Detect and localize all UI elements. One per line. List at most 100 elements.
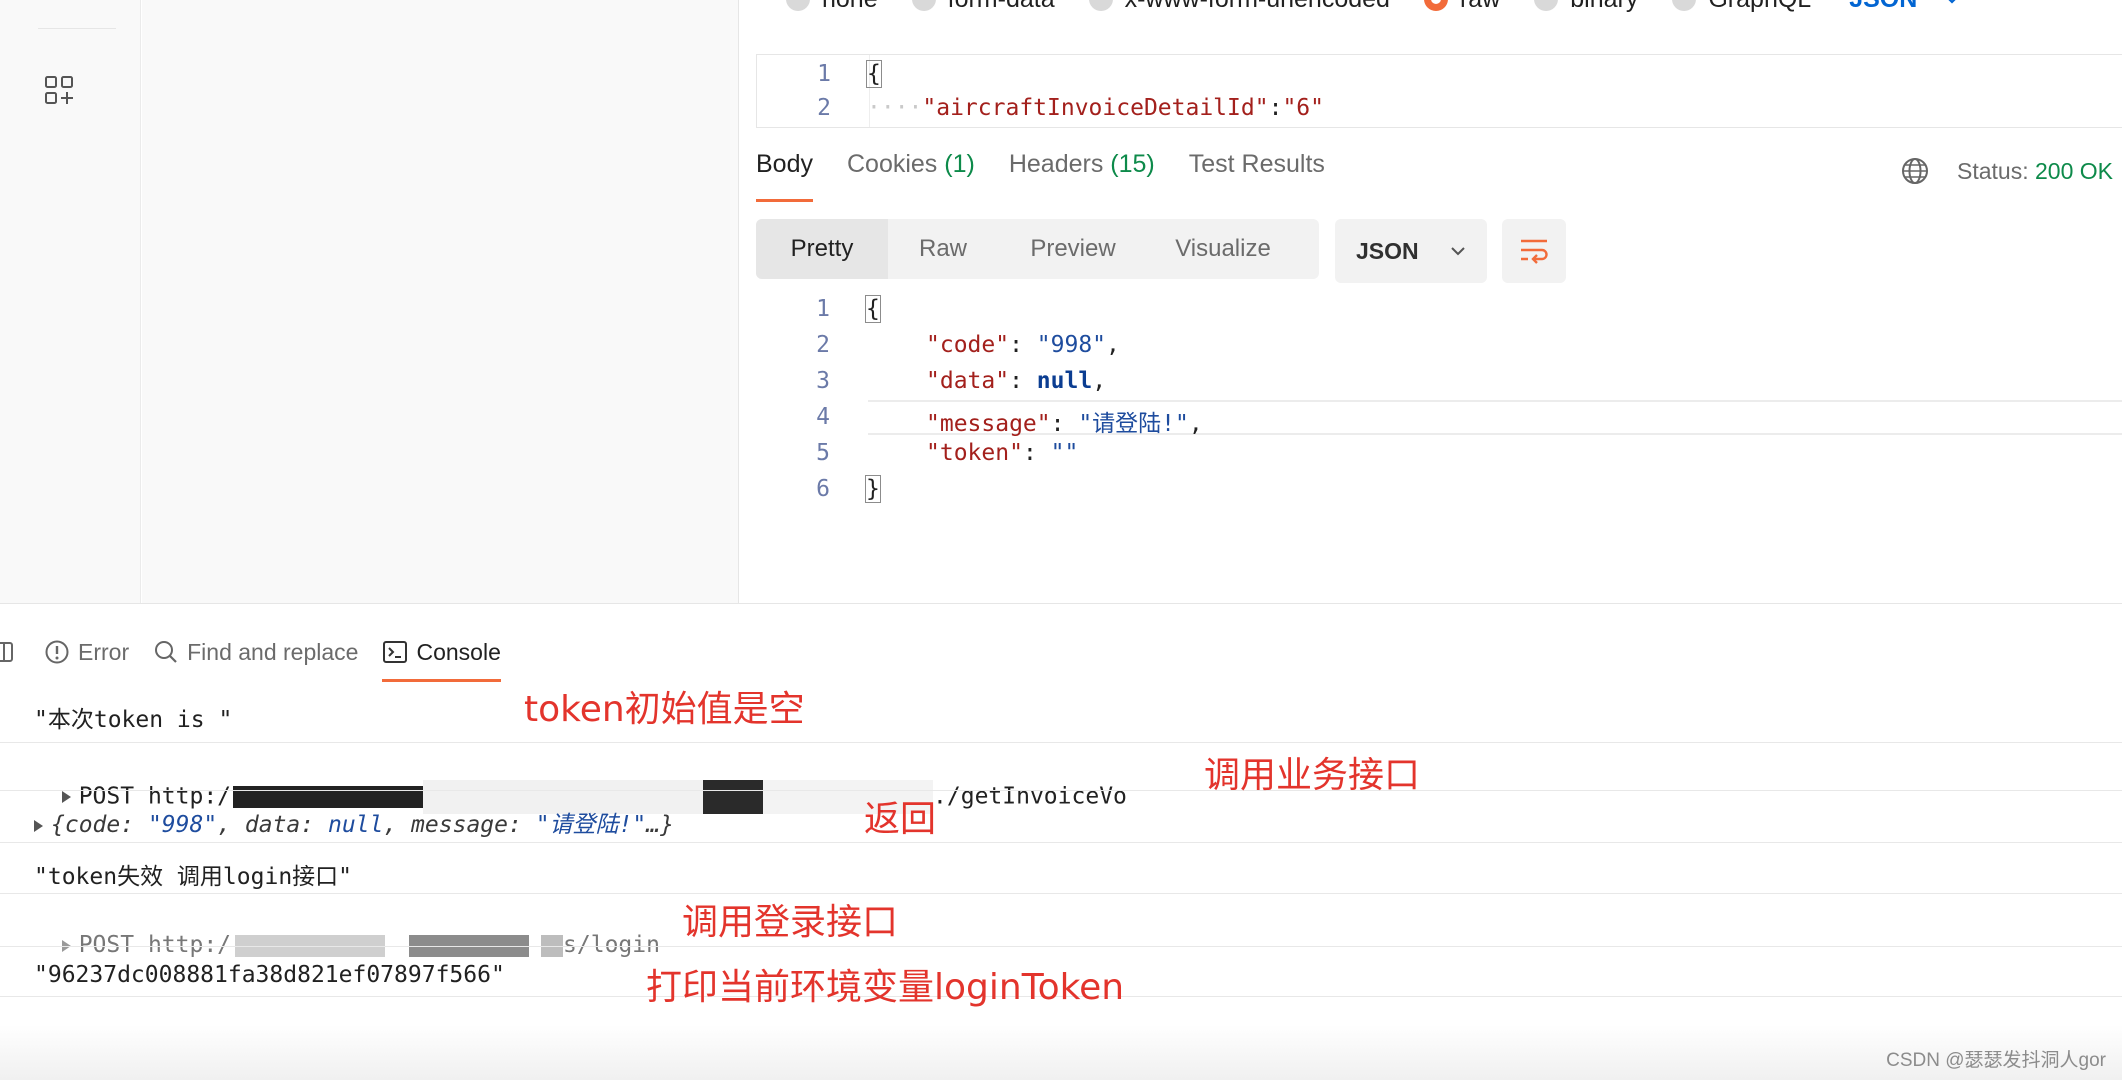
redacted-url <box>703 780 764 814</box>
tab-label: Body <box>756 150 813 178</box>
chevron-down-icon <box>1450 247 1465 256</box>
json-value: null <box>1036 368 1093 394</box>
row-divider <box>0 893 2122 894</box>
annotation: 调用业务接口 <box>1204 755 1421 796</box>
code-line: "data": null, <box>926 368 1107 394</box>
error-button[interactable]: Error <box>44 632 129 672</box>
chevron-down-icon[interactable] <box>1943 0 1961 8</box>
request-body-editor[interactable]: 1 2 { ····"aircraftInvoiceDetailId":"6" <box>756 54 2122 128</box>
body-type-radio-group: none form-data x-www-form-urlencoded raw… <box>786 0 1961 14</box>
tab-cookies[interactable]: Cookies (1) <box>847 150 975 202</box>
tab-headers[interactable]: Headers (15) <box>1009 150 1155 202</box>
log-text: "token失效 调用login接口" <box>34 864 353 890</box>
line-number: 2 <box>816 332 830 358</box>
json-key: "message" <box>926 411 1051 437</box>
code-line: "token": "" <box>926 440 1079 466</box>
response-body-viewer[interactable]: 1 2 3 4 5 6 { "code": "998", "data": nul… <box>756 292 2122 512</box>
wrap-lines-button[interactable] <box>1502 219 1566 283</box>
view-preview[interactable]: Preview <box>998 219 1148 279</box>
radio-button[interactable] <box>1534 0 1559 11</box>
row-divider <box>0 742 2122 743</box>
view-raw[interactable]: Raw <box>888 219 998 279</box>
add-apps-icon[interactable] <box>44 75 76 107</box>
radio-label: none <box>822 0 878 14</box>
watermark: CSDN @瑟瑟发抖洞人gor <box>1886 1050 2106 1071</box>
line-number: 1 <box>816 296 830 322</box>
sidebar-panel <box>142 0 739 603</box>
json-value: "" <box>1050 440 1079 466</box>
tab-label: Headers <box>1008 150 1104 178</box>
json-colon: : <box>1268 95 1283 121</box>
console-object[interactable]: {code: "998", data: null, message: "请登陆!… <box>34 805 674 839</box>
radio-urlencoded[interactable]: x-www-form-urlencoded <box>1088 0 1390 14</box>
radio-label: x-www-form-urlencoded <box>1125 0 1390 14</box>
toggle-sidebar-button[interactable] <box>0 632 22 672</box>
radio-label: binary <box>1570 0 1638 14</box>
radio-button[interactable] <box>1672 0 1697 11</box>
object-value: "请登陆!" <box>535 812 647 838</box>
radio-raw[interactable]: raw <box>1423 0 1500 14</box>
json-key: "aircraftInvoiceDetailId" <box>922 95 1269 121</box>
console-request[interactable]: POST http:/ s/login <box>34 906 660 958</box>
row-divider <box>0 842 2122 843</box>
find-replace-button[interactable]: Find and replace <box>153 632 358 672</box>
line-number: 5 <box>816 440 830 466</box>
code-line: "code": "998", <box>926 332 1120 358</box>
object-value: null <box>327 812 384 838</box>
json-brace: { <box>865 295 881 323</box>
globe-icon[interactable] <box>1900 156 1930 186</box>
radio-button[interactable] <box>911 0 936 11</box>
expand-triangle-icon[interactable] <box>61 791 71 803</box>
radio-form-data[interactable]: form-data <box>911 0 1055 14</box>
bottom-toolbar: Error Find and replace Console <box>0 632 525 682</box>
raw-format-dropdown[interactable]: JSON <box>1849 0 1917 14</box>
json-value: "6" <box>1282 95 1324 121</box>
view-visualize[interactable]: Visualize <box>1148 219 1298 279</box>
format-label: JSON <box>1356 237 1419 264</box>
error-icon <box>45 640 69 664</box>
request-method-url: POST http:/ <box>78 932 232 958</box>
json-key: "code" <box>926 332 1010 358</box>
radio-button[interactable] <box>1088 0 1113 11</box>
line-number: 4 <box>816 404 830 430</box>
radio-label: form-data <box>948 0 1055 14</box>
code-line: { <box>866 60 882 88</box>
json-brace: { <box>866 60 882 88</box>
find-replace-label: Find and replace <box>187 638 359 665</box>
terminal-icon <box>383 641 408 663</box>
view-pretty[interactable]: Pretty <box>756 219 888 279</box>
console-label: Console <box>416 638 501 665</box>
radio-none[interactable]: none <box>786 0 878 14</box>
expand-triangle-icon[interactable] <box>34 819 43 832</box>
sidebar-toggle-icon <box>0 642 13 662</box>
response-format-dropdown[interactable]: JSON <box>1335 219 1487 283</box>
left-rail <box>0 0 141 603</box>
object-text: …} <box>646 812 674 838</box>
code-line: } <box>865 475 881 503</box>
json-brace: } <box>865 475 881 503</box>
chevron-down-icon[interactable] <box>78 0 92 2</box>
log-text: "本次token is " <box>34 707 233 733</box>
radio-button[interactable] <box>786 0 810 11</box>
console-log: "token失效 调用login接口" <box>34 857 352 891</box>
json-value: "998" <box>1036 332 1107 358</box>
panel-divider <box>0 603 2122 604</box>
error-label: Error <box>78 638 130 665</box>
tab-test-results[interactable]: Test Results <box>1189 150 1325 202</box>
object-text: , data: <box>217 812 328 838</box>
radio-button-selected[interactable] <box>1423 0 1448 11</box>
radio-graphql[interactable]: GraphQL <box>1672 0 1811 14</box>
line-number: 3 <box>816 368 830 394</box>
console-button[interactable]: Console <box>382 632 502 682</box>
tab-count: (1) <box>944 150 975 178</box>
row-divider <box>0 790 2122 791</box>
annotation: 打印当前环境变量loginToken <box>646 967 1125 1008</box>
radio-binary[interactable]: binary <box>1534 0 1638 14</box>
tab-body[interactable]: Body <box>756 150 813 202</box>
line-number: 6 <box>816 476 830 502</box>
object-value: "998" <box>147 812 218 838</box>
bottom-fade <box>0 1025 2122 1080</box>
object-text: , message: <box>383 812 536 838</box>
radio-label: GraphQL <box>1708 0 1811 14</box>
wrap-icon <box>1521 239 1548 264</box>
